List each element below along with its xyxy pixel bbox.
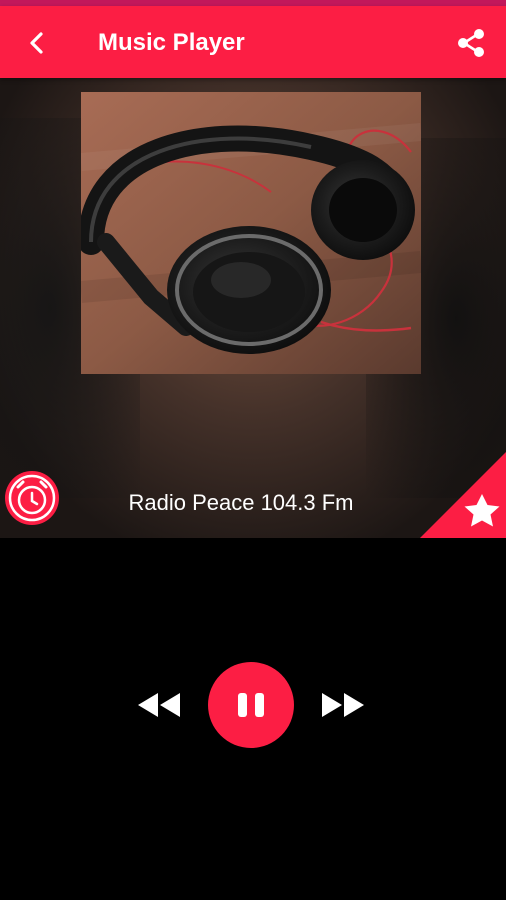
fast-forward-icon (322, 693, 364, 717)
fast-forward-button[interactable] (320, 690, 366, 720)
station-name: Radio Peace 104.3 Fm (128, 490, 354, 515)
page-title: Music Player (98, 29, 245, 56)
share-icon[interactable] (454, 26, 488, 60)
rewind-button[interactable] (136, 690, 182, 720)
pause-icon-bar (255, 693, 264, 717)
favorite-button[interactable] (420, 452, 506, 538)
arrow-back-icon[interactable] (22, 28, 52, 58)
pause-icon (238, 693, 247, 717)
artwork-backdrop: Radio Peace 104.3 Fm (0, 78, 506, 538)
pause-button[interactable] (208, 662, 294, 748)
app-toolbar: Music Player (0, 6, 506, 78)
album-art (81, 92, 421, 374)
playback-controls (0, 660, 506, 752)
rewind-icon (138, 693, 180, 717)
